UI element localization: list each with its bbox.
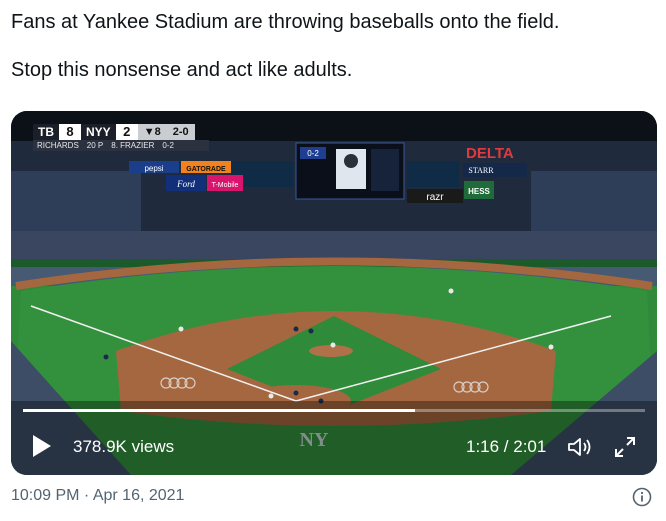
batter-name: 8. FRAZIER [111, 141, 155, 150]
home-team: NYY [86, 125, 111, 139]
scoreboard-count: 0-2 [307, 149, 319, 158]
pitch-count: 20 P [86, 141, 104, 150]
stadium-video-frame: 0-2 pepsi GATORADE Ford T-Mobile DELTA r… [11, 111, 657, 475]
batter-line: 0-2 [162, 141, 174, 150]
scorebug-detail-row: RICHARDS 20 P 8. FRAZIER 0-2 [33, 140, 209, 151]
progress-fill [23, 409, 415, 412]
tweet-timestamp[interactable]: 10:09 PM · Apr 16, 2021 [11, 486, 184, 506]
fullscreen-icon[interactable] [613, 435, 637, 459]
playback-time: 1:16 / 2:01 [466, 437, 547, 456]
info-icon[interactable] [632, 487, 652, 507]
sponsor-hess: HESS [468, 187, 490, 196]
sponsor-tmobile: T-Mobile [212, 182, 239, 189]
home-score: 2 [115, 124, 138, 140]
sponsor-delta: DELTA [466, 145, 514, 162]
sponsor-gatorade: GATORADE [186, 166, 226, 173]
progress-bar[interactable] [23, 409, 645, 412]
view-count: 378.9K views [73, 437, 175, 456]
ball-strike-count: 2-0 [166, 124, 195, 140]
video-player[interactable]: 0-2 pepsi GATORADE Ford T-Mobile DELTA r… [11, 111, 657, 475]
sponsor-ford: Ford [176, 179, 195, 189]
tweet-text-line-1: Fans at Yankee Stadium are throwing base… [11, 11, 560, 33]
scorebug-score-row: TB 8 NYY 2 ▼8 2-0 [33, 124, 195, 140]
video-controls: 378.9K views 1:16 / 2:01 [11, 423, 657, 463]
tweet-text-line-2: Stop this nonsense and act like adults. [11, 59, 353, 81]
sponsor-starr: STARR [468, 166, 494, 175]
inning-indicator: ▼8 [137, 124, 167, 140]
sponsor-pepsi: pepsi [144, 164, 163, 173]
play-icon[interactable] [33, 435, 51, 457]
away-team: TB [38, 125, 54, 139]
volume-icon[interactable] [566, 435, 594, 459]
tweet-text: Fans at Yankee Stadium are throwing base… [11, 10, 656, 82]
sponsor-razr: razr [426, 192, 444, 203]
away-score: 8 [59, 124, 81, 140]
pitcher-name: RICHARDS [37, 141, 79, 150]
scorebug: TB 8 NYY 2 ▼8 2-0 RICHARDS 20 P 8. FRAZI… [33, 124, 238, 152]
